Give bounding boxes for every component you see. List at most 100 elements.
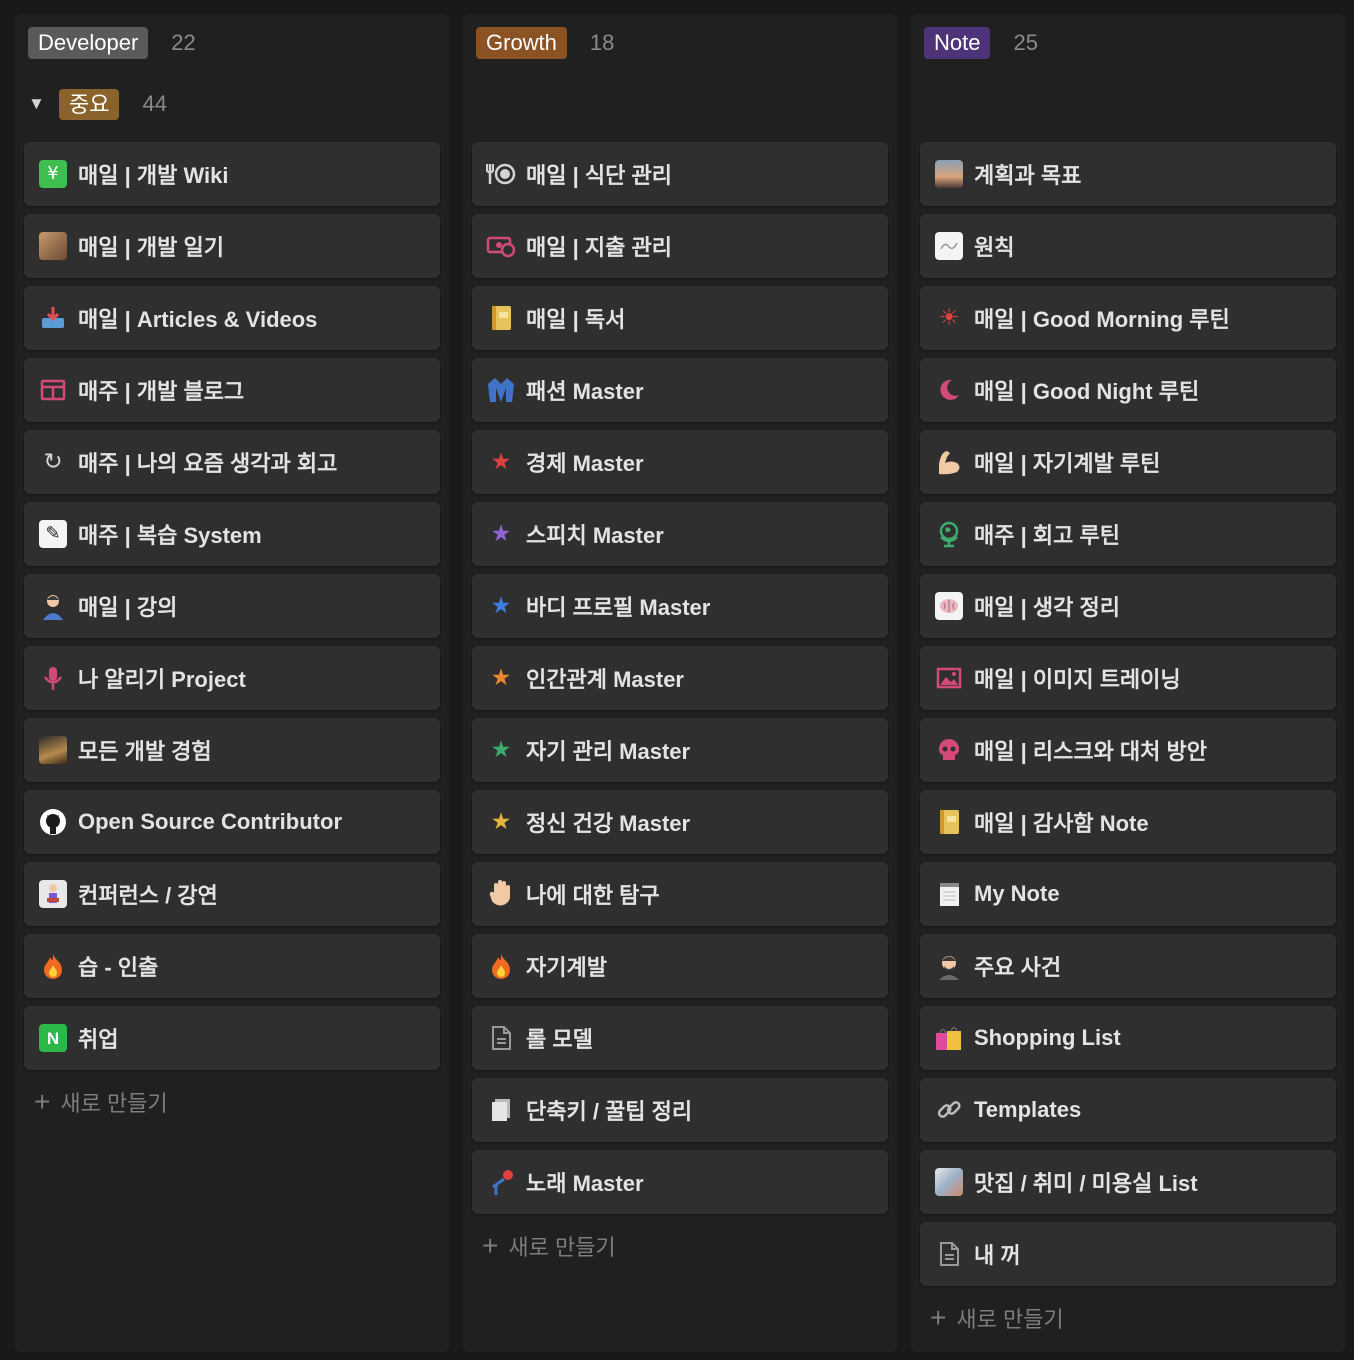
fire-icon <box>486 951 516 981</box>
star-purple-icon: ★ <box>490 520 512 547</box>
card[interactable]: 습 - 인출 <box>24 934 440 998</box>
card-title: 컨퍼런스 / 강연 <box>78 883 218 908</box>
card[interactable]: ★ 바디 프로필 Master <box>472 574 888 638</box>
card[interactable]: Shopping List <box>920 1006 1336 1070</box>
card[interactable]: 매일 | 자기계발 루틴 <box>920 430 1336 494</box>
card-title: 취업 <box>78 1027 119 1052</box>
card[interactable]: ★ 자기 관리 Master <box>472 718 888 782</box>
column-header-growth[interactable]: Growth 18 <box>476 27 614 59</box>
column-count: 22 <box>171 30 196 55</box>
card-title: 매일 | 이미지 트레이닝 <box>974 667 1181 692</box>
card[interactable]: 매일 | 리스크와 대처 방안 <box>920 718 1336 782</box>
card[interactable]: 컨퍼런스 / 강연 <box>24 862 440 926</box>
card-title: 매일 | 개발 일기 <box>78 235 224 260</box>
column-header-developer[interactable]: Developer 22 <box>28 27 196 59</box>
group-header[interactable]: ▼ 중요 44 <box>28 88 167 120</box>
card[interactable]: ★ 스피치 Master <box>472 502 888 566</box>
card[interactable]: 나에 대한 탐구 <box>472 862 888 926</box>
notebook-icon <box>486 303 516 333</box>
card-title: 매일 | Good Night 루틴 <box>974 379 1200 404</box>
card[interactable]: ↻ 매주 | 나의 요즘 생각과 회고 <box>24 430 440 494</box>
pages-icon <box>486 1095 516 1125</box>
card[interactable]: 매일 | 감사함 Note <box>920 790 1336 854</box>
column-header-note[interactable]: Note 25 <box>924 27 1038 59</box>
card-title: 매일 | 생각 정리 <box>974 595 1120 620</box>
card[interactable]: ★ 경제 Master <box>472 430 888 494</box>
new-item-button[interactable]: + 새로 만들기 <box>482 1230 616 1262</box>
card-title: 매일 | 개발 Wiki <box>78 163 229 188</box>
card-title: 매주 | 복습 System <box>78 523 262 548</box>
card-title: 패션 Master <box>526 379 644 404</box>
card-title: 매주 | 나의 요즘 생각과 회고 <box>78 451 338 476</box>
card-title: 롤 모델 <box>526 1027 593 1052</box>
collapse-triangle-icon[interactable]: ▼ <box>28 94 59 114</box>
new-item-button[interactable]: + 새로 만들기 <box>34 1086 168 1118</box>
card[interactable]: 매일 | 독서 <box>472 286 888 350</box>
card-title: 맛집 / 취미 / 미용실 List <box>974 1171 1198 1196</box>
skull-icon <box>934 735 964 765</box>
card[interactable]: 모든 개발 경험 <box>24 718 440 782</box>
card-title: 나에 대한 탐구 <box>526 883 660 908</box>
card-title: 매주 | 회고 루틴 <box>974 523 1120 548</box>
card[interactable]: Open Source Contributor <box>24 790 440 854</box>
card[interactable]: 내 꺼 <box>920 1222 1336 1286</box>
image-icon <box>934 663 964 693</box>
card[interactable]: 롤 모델 <box>472 1006 888 1070</box>
column-count: 18 <box>589 30 615 55</box>
speaker-icon <box>38 879 68 909</box>
card[interactable]: 매주 | 회고 루틴 <box>920 502 1336 566</box>
card[interactable]: ★ 인간관계 Master <box>472 646 888 710</box>
card[interactable]: 매일 | Articles & Videos <box>24 286 440 350</box>
card-title: 매일 | 지출 관리 <box>526 235 672 260</box>
fire-icon <box>38 951 68 981</box>
card[interactable]: 매일 | 개발 일기 <box>24 214 440 278</box>
card[interactable]: 매주 | 개발 블로그 <box>24 358 440 422</box>
card[interactable]: N 취업 <box>24 1006 440 1070</box>
github-icon <box>38 807 68 837</box>
card-title: 노래 Master <box>526 1171 644 1196</box>
card[interactable]: 매일 | 지출 관리 <box>472 214 888 278</box>
card[interactable]: 노래 Master <box>472 1150 888 1214</box>
card[interactable]: My Note <box>920 862 1336 926</box>
card[interactable]: 나 알리기 Project <box>24 646 440 710</box>
flexed-arm-icon <box>934 447 964 477</box>
card[interactable]: 매일 | Good Night 루틴 <box>920 358 1336 422</box>
card-title: Shopping List <box>974 1025 1121 1050</box>
star-green-icon: ★ <box>490 736 512 763</box>
teacher-icon <box>38 591 68 621</box>
card[interactable]: 매일 | 강의 <box>24 574 440 638</box>
card[interactable]: 자기계발 <box>472 934 888 998</box>
card[interactable]: ✎ 매주 | 복습 System <box>24 502 440 566</box>
card[interactable]: ¥ 매일 | 개발 Wiki <box>24 142 440 206</box>
card[interactable]: ★ 정신 건강 Master <box>472 790 888 854</box>
star-orange-icon: ★ <box>490 664 512 691</box>
card-title: 매일 | Good Morning 루틴 <box>974 307 1230 332</box>
card[interactable]: 매일 | 이미지 트레이닝 <box>920 646 1336 710</box>
card-title: 나 알리기 Project <box>78 667 246 692</box>
card[interactable]: 매일 | 식단 관리 <box>472 142 888 206</box>
card[interactable]: 주요 사건 <box>920 934 1336 998</box>
new-item-label: 새로 만들기 <box>956 1307 1064 1332</box>
chart-icon: ¥ <box>38 159 68 189</box>
card[interactable]: ☀ 매일 | Good Morning 루틴 <box>920 286 1336 350</box>
sun-icon: ☀ <box>938 304 960 331</box>
card[interactable]: 단축키 / 꿀팁 정리 <box>472 1078 888 1142</box>
card[interactable]: 계획과 목표 <box>920 142 1336 206</box>
column-tag: Note <box>924 27 991 59</box>
card-title: 모든 개발 경험 <box>78 739 212 764</box>
card-title: 정신 건강 Master <box>526 811 691 836</box>
raised-hand-icon <box>486 879 516 909</box>
card[interactable]: 매일 | 생각 정리 <box>920 574 1336 638</box>
card-title: 계획과 목표 <box>974 163 1082 188</box>
card-title: 매일 | 자기계발 루틴 <box>974 451 1161 476</box>
new-item-button[interactable]: + 새로 만들기 <box>930 1302 1064 1334</box>
document-icon <box>486 1023 516 1053</box>
card[interactable]: 맛집 / 취미 / 미용실 List <box>920 1150 1336 1214</box>
card[interactable]: Templates <box>920 1078 1336 1142</box>
card[interactable]: 원칙 <box>920 214 1336 278</box>
plus-icon: + <box>482 1230 499 1261</box>
sketch-icon <box>934 231 964 261</box>
card-title: 내 꺼 <box>974 1243 1021 1268</box>
card[interactable]: 패션 Master <box>472 358 888 422</box>
star-yellow-icon: ★ <box>490 808 512 835</box>
